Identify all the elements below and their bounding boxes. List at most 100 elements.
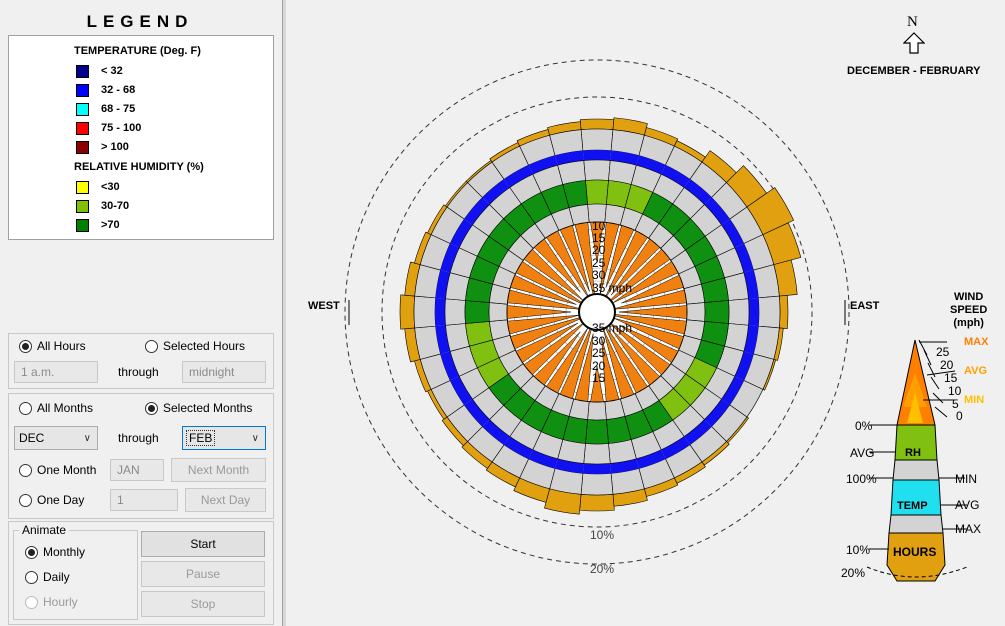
wind-wheel-area: N DECEMBER - FEBRUARY WEST EAST 10% 20% …: [287, 0, 1005, 626]
animate-panel: Animate Monthly Daily Hourly Start Pause…: [8, 521, 274, 625]
key-hours-10: 10%: [846, 543, 871, 557]
radio-icon: [19, 493, 32, 507]
radio-icon: [25, 595, 38, 609]
key-wind-title: WIND SPEED (mph): [950, 291, 988, 329]
monthly-radio[interactable]: Monthly: [25, 545, 85, 559]
temp-min-segment: [728, 298, 750, 326]
radio-selected-icon: [145, 401, 158, 415]
start-button[interactable]: Start: [141, 531, 265, 557]
north-arrow-icon: [903, 32, 925, 54]
months-panel: All Months Selected Months DEC ∨ through …: [8, 393, 274, 519]
key-speed-0: 0: [956, 409, 963, 423]
one-month-radio[interactable]: One Month: [19, 463, 96, 477]
one-month-field[interactable]: JAN: [110, 459, 164, 481]
legend-temp-1: < 32: [76, 64, 123, 78]
control-panel: LEGEND TEMPERATURE (Deg. F) < 32 32 - 68…: [0, 0, 280, 626]
one-day-field[interactable]: 1: [110, 489, 178, 511]
legend-title: LEGEND: [86, 12, 194, 31]
pause-button[interactable]: Pause: [141, 561, 265, 587]
key-hours-label: HOURS: [893, 545, 937, 559]
legend-temp-5: > 100: [76, 140, 129, 154]
hours-panel: All Hours Selected Hours 1 a.m. through …: [8, 333, 274, 389]
temp-avg-segment: [435, 297, 446, 327]
next-month-button[interactable]: Next Month: [171, 458, 266, 482]
swatch-icon: [76, 64, 89, 78]
radio-selected-icon: [19, 339, 32, 353]
ring-10pct-label: 10%: [590, 528, 615, 542]
swatch-icon: [76, 102, 89, 116]
key-temp-max: MAX: [955, 522, 982, 536]
temp-max-segment: [580, 128, 614, 151]
period-label: DECEMBER - FEBRUARY: [847, 65, 981, 77]
hours-segment: [579, 118, 615, 131]
animate-group-label: Animate: [19, 523, 70, 537]
radio-icon: [25, 570, 38, 584]
daily-radio[interactable]: Daily: [25, 570, 70, 584]
stop-button[interactable]: Stop: [141, 591, 265, 617]
hours-to-field[interactable]: midnight: [182, 361, 266, 383]
swatch-icon: [76, 83, 89, 97]
legend-rh-2: 30-70: [76, 199, 129, 213]
temperature-heading: TEMPERATURE (Deg. F): [74, 45, 201, 57]
selected-months-radio[interactable]: Selected Months: [145, 401, 252, 415]
speed-ring-label: 25: [592, 346, 606, 360]
next-day-button[interactable]: Next Day: [185, 488, 266, 512]
radio-icon: [19, 401, 32, 415]
rh-segment: [585, 419, 609, 445]
month-to-select[interactable]: FEB ∨: [182, 426, 266, 450]
hours-segment: [399, 294, 416, 330]
rh-min-segment: [686, 302, 706, 322]
swatch-icon: [76, 218, 89, 232]
speed-ring-label: 35 mph: [592, 321, 633, 335]
hours-segment: [579, 493, 615, 512]
rh-min-segment: [488, 302, 508, 322]
one-day-radio[interactable]: One Day: [19, 493, 84, 507]
temp-max-segment: [413, 295, 436, 329]
temp-max-segment: [580, 473, 614, 496]
key-rh-avg: AVG: [850, 446, 875, 460]
speed-ring-label: 15: [592, 371, 606, 385]
speed-ring-label: 20: [592, 243, 606, 257]
all-months-radio[interactable]: All Months: [19, 401, 93, 415]
legend-box: TEMPERATURE (Deg. F) < 32 32 - 68 68 - 7…: [8, 35, 274, 240]
swatch-icon: [76, 140, 89, 154]
west-label: WEST: [308, 300, 340, 312]
speed-ring-label: 35 mph: [592, 281, 633, 295]
ring-20pct-label: 20%: [590, 562, 615, 576]
chevron-down-icon: ∨: [251, 433, 259, 444]
rh-segment: [464, 300, 490, 324]
rh-segment: [585, 179, 609, 205]
legend-temp-4: 75 - 100: [76, 121, 141, 135]
swatch-icon: [76, 121, 89, 135]
humidity-heading: RELATIVE HUMIDITY (%): [74, 161, 204, 173]
temp-avg-segment: [582, 463, 612, 474]
north-label: N: [907, 14, 918, 30]
month-from-select[interactable]: DEC ∨: [14, 426, 98, 450]
legend-rh-1: <30: [76, 180, 120, 194]
rh-min-segment: [587, 401, 607, 421]
rh-segment: [704, 300, 730, 324]
swatch-icon: [76, 199, 89, 213]
temp-min-segment: [583, 159, 611, 181]
hours-through-label: through: [118, 365, 159, 379]
hours-from-field[interactable]: 1 a.m.: [14, 361, 98, 383]
temp-avg-segment: [582, 150, 612, 161]
hourly-radio[interactable]: Hourly: [25, 595, 78, 609]
key-avg-label: AVG: [964, 365, 988, 377]
panel-divider[interactable]: [282, 0, 286, 626]
legend-temp-3: 68 - 75: [76, 102, 135, 116]
key-speed-25: 25: [936, 345, 950, 359]
temp-min-segment: [583, 443, 611, 465]
radio-selected-icon: [25, 545, 38, 559]
key-hours-20: 20%: [841, 566, 866, 580]
key-speed-15: 15: [944, 371, 958, 385]
key-temp-label: TEMP: [897, 500, 928, 512]
east-label: EAST: [850, 300, 880, 312]
temp-max-segment: [758, 295, 781, 329]
swatch-icon: [76, 180, 89, 194]
key-temp-avg: AVG: [955, 498, 980, 512]
key-speed-20: 20: [940, 358, 954, 372]
selected-hours-radio[interactable]: Selected Hours: [145, 339, 245, 353]
temp-avg-segment: [748, 297, 759, 327]
all-hours-radio[interactable]: All Hours: [19, 339, 86, 353]
